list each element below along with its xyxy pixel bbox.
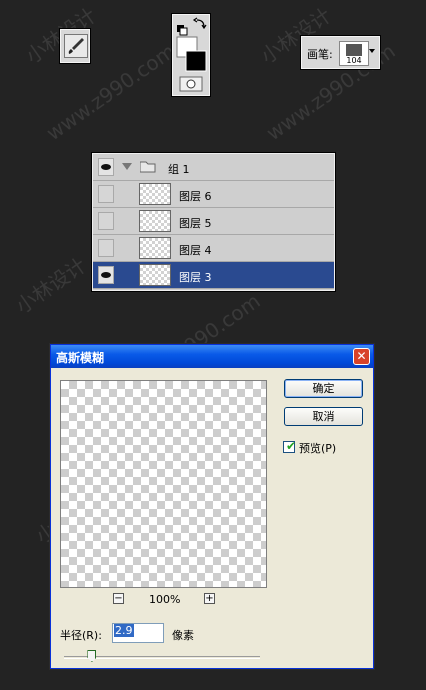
brush-icon [68,38,84,54]
brush-options-panel: 画笔: 104 [301,36,380,69]
brush-tool-button[interactable] [64,34,88,58]
close-button[interactable]: ✕ [353,348,370,365]
cancel-button[interactable]: 取消 [284,407,363,426]
swap-colors-icon[interactable] [192,17,207,30]
dialog-title: 高斯模糊 [56,351,105,365]
ok-button[interactable]: 确定 [284,379,363,398]
visibility-toggle[interactable] [98,185,114,203]
layer-name: 图层 6 [179,190,212,203]
dropdown-arrow-icon[interactable] [369,49,375,53]
visibility-toggle[interactable] [98,266,114,284]
visibility-toggle[interactable] [98,158,114,176]
layer-thumbnail [139,183,171,205]
unit-label: 像素 [172,629,194,642]
brush-preset-picker[interactable]: 104 [339,41,369,66]
radius-input[interactable]: 2.9 [112,623,164,643]
layer-name: 图层 5 [179,217,212,230]
layer-thumbnail [139,237,171,259]
eye-icon [101,164,111,170]
folder-icon [140,161,156,173]
layer-name: 图层 4 [179,244,212,257]
zoom-out-button[interactable]: − [113,593,124,604]
visibility-toggle[interactable] [98,212,114,230]
layer-row-selected[interactable]: 图层 3 [93,262,334,289]
radius-value: 2.9 [114,624,134,637]
layer-row[interactable]: 图层 6 [93,181,334,208]
layer-thumbnail [139,264,171,286]
layer-group-row[interactable]: 组 1 [93,154,334,181]
quick-mask-icon[interactable] [186,79,196,89]
zoom-level: 100% [149,593,181,606]
expand-triangle-icon[interactable] [122,163,132,171]
layer-row[interactable]: 图层 4 [93,235,334,262]
group-name: 组 1 [168,163,190,176]
dialog-titlebar[interactable]: 高斯模糊 ✕ [51,345,373,368]
watermark-text: 小林设计 [11,252,91,319]
background-color-swatch[interactable] [185,50,207,72]
layer-name: 图层 3 [179,271,212,284]
layer-row[interactable]: 图层 5 [93,208,334,235]
gaussian-blur-dialog: 高斯模糊 ✕ 确定 取消 ✔ 预览(P) − 100% + 半径(R): 2.9… [50,344,374,669]
color-swatches-panel [172,14,210,96]
eye-icon [101,272,111,278]
zoom-in-button[interactable]: + [204,593,215,604]
brush-preview-icon [346,44,362,56]
radius-slider-thumb[interactable] [87,650,97,662]
preview-label: 预览(P) [299,442,337,455]
brush-size: 104 [346,56,362,65]
default-colors-icon[interactable] [177,25,188,36]
brush-label: 画笔: [307,48,333,61]
layers-panel: 组 1 图层 6 图层 5 图层 4 图层 3 [92,153,335,291]
preview-area[interactable] [60,380,267,588]
checkbox-box[interactable]: ✔ [283,439,297,453]
visibility-toggle[interactable] [98,239,114,257]
radius-label: 半径(R): [60,629,102,642]
brush-tool-panel [60,29,90,63]
checkmark-icon: ✔ [286,439,297,453]
layer-thumbnail [139,210,171,232]
